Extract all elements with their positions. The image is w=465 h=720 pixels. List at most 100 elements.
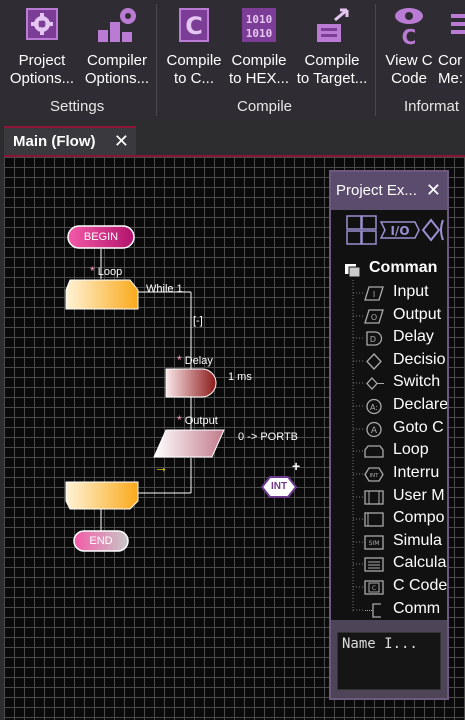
input-icon: I xyxy=(364,286,384,301)
svg-text:1010: 1010 xyxy=(246,13,273,26)
delay-value-label: 1 ms xyxy=(228,371,252,383)
tree-item-label: Loop xyxy=(393,441,429,458)
begin-label: BEGIN xyxy=(83,231,119,243)
compiler-messages-button[interactable]: Cor Me: xyxy=(438,4,465,88)
view-code-icon: C xyxy=(395,8,423,48)
output-macro-label: * Output xyxy=(177,413,218,427)
switch-icon xyxy=(366,377,384,390)
tree-item-label: Interru xyxy=(393,464,440,481)
tree-item-label: Delay xyxy=(393,328,434,345)
interrupt-icon: INT xyxy=(364,467,384,482)
compile-to-hex-button[interactable]: 1010 1010 Compile to HEX... xyxy=(226,4,292,88)
loop-end-block[interactable] xyxy=(65,481,139,510)
tree-item-label: Comm xyxy=(393,600,441,617)
tree-item-label: Goto C xyxy=(393,419,444,436)
compile-group-label: Compile xyxy=(237,98,293,115)
tree-item-label: Compo xyxy=(393,509,445,526)
tree-item-label: Switch xyxy=(393,373,441,390)
user-macro-icon xyxy=(364,490,384,505)
loop-icon xyxy=(364,445,384,458)
tree-item-label: Declare xyxy=(393,396,447,413)
compile-to-c-label-1: Compile xyxy=(166,52,222,69)
component-macro-icon xyxy=(364,512,384,527)
tree-item-label: User M xyxy=(393,487,445,504)
messages-icon xyxy=(451,14,465,34)
view-c-code-button[interactable]: C View C Code xyxy=(380,4,438,88)
project-explorer-titlebar[interactable]: Project Ex... ✕ xyxy=(331,172,447,210)
svg-text:C: C xyxy=(185,12,203,40)
loop-macro-label: * Loop xyxy=(90,264,123,278)
tree-item-label: Calcula xyxy=(393,554,447,571)
project-explorer-title: Project Ex... xyxy=(336,182,417,199)
name-info-field: Name I... xyxy=(337,632,441,690)
svg-text:D: D xyxy=(370,335,376,344)
loop-collapse-toggle[interactable]: [-] xyxy=(193,315,203,327)
tree-item-label: Output xyxy=(393,306,442,323)
compiler-options-label-1: Compiler xyxy=(86,52,147,69)
output-icon: O xyxy=(364,309,384,324)
project-options-label-2: Options... xyxy=(9,70,75,87)
comment-icon xyxy=(365,603,381,618)
view-c-code-label-2: Code xyxy=(391,70,427,87)
tab-main-flow-label: Main (Flow) xyxy=(13,133,96,150)
tree-item-label: Input xyxy=(393,283,429,300)
information-group-label: Informat xyxy=(404,98,460,115)
settings-group-label: Settings xyxy=(50,98,105,115)
svg-text:I: I xyxy=(373,290,375,299)
compile-to-target-button[interactable]: Compile to Target... xyxy=(292,4,372,88)
document-tab-bar: Main (Flow) ✕ xyxy=(0,120,465,155)
output-block[interactable] xyxy=(153,429,225,458)
compiler-messages-label-2: Me: xyxy=(438,70,464,87)
compile-to-hex-label-1: Compile xyxy=(231,52,287,69)
project-explorer-tree: I/O Comman I Input O Output D Delay Deci… xyxy=(331,210,447,620)
delay-label: Delay xyxy=(184,355,213,367)
output-value-label: 0 -> PORTB xyxy=(238,431,299,443)
svg-text:INT: INT xyxy=(369,473,379,479)
compile-to-target-label-1: Compile xyxy=(304,52,360,69)
svg-text:A: A xyxy=(371,426,378,436)
compile-to-c-button[interactable]: C Compile to C... xyxy=(160,4,228,88)
close-icon[interactable]: ✕ xyxy=(114,131,129,152)
insertion-cursor-arrow: → xyxy=(154,459,168,475)
svg-text:SIM: SIM xyxy=(369,540,380,547)
project-options-button[interactable]: Project Options... xyxy=(4,4,80,88)
end-label: END xyxy=(89,535,113,547)
delay-block[interactable] xyxy=(165,368,217,398)
ribbon-toolbar: Project Options... Compiler Options... S… xyxy=(0,0,465,120)
compiler-messages-label-1: Cor xyxy=(438,52,463,69)
ribbon-separator xyxy=(156,4,157,116)
simulation-icon: SIM xyxy=(364,535,384,550)
compiler-options-button[interactable]: Compiler Options... xyxy=(80,4,154,88)
view-c-code-label-1: View C xyxy=(385,52,433,69)
loop-condition-label: While 1 xyxy=(146,283,183,295)
decision-icon xyxy=(366,353,382,370)
project-explorer-panel: Project Ex... ✕ I/O Comman I Input O Out… xyxy=(329,170,449,700)
svg-text:C: C xyxy=(372,585,376,592)
interrupt-label: INT xyxy=(270,481,288,492)
svg-text:A:: A: xyxy=(370,403,378,412)
goto-icon: A xyxy=(366,421,382,438)
binary-icon: 1010 1010 xyxy=(242,8,276,42)
declare-icon: A: xyxy=(366,398,382,415)
tree-item-label: Decisio xyxy=(393,351,446,368)
add-icon[interactable]: + xyxy=(292,458,300,474)
tab-main-flow[interactable]: Main (Flow) ✕ xyxy=(4,126,136,155)
loop-label: Loop xyxy=(97,266,123,278)
output-label: Output xyxy=(184,415,218,427)
compiler-options-label-2: Options... xyxy=(84,70,150,87)
c-code-icon: C xyxy=(364,580,384,595)
calculation-icon xyxy=(364,557,384,572)
compile-to-target-label-2: to Target... xyxy=(296,70,368,87)
ribbon-separator xyxy=(375,4,376,116)
compile-to-hex-label-2: to HEX... xyxy=(228,70,290,87)
svg-text:O: O xyxy=(371,313,377,322)
delay-icon: D xyxy=(366,331,383,346)
c-file-icon: C xyxy=(179,8,209,42)
loop-start-block[interactable] xyxy=(65,279,139,310)
close-icon[interactable]: ✕ xyxy=(426,180,441,201)
compiler-gear-icon xyxy=(98,8,136,42)
gear-settings-icon xyxy=(26,8,58,40)
svg-text:C: C xyxy=(402,25,417,48)
svg-text:1010: 1010 xyxy=(246,27,273,40)
delay-macro-label: * Delay xyxy=(177,353,213,367)
